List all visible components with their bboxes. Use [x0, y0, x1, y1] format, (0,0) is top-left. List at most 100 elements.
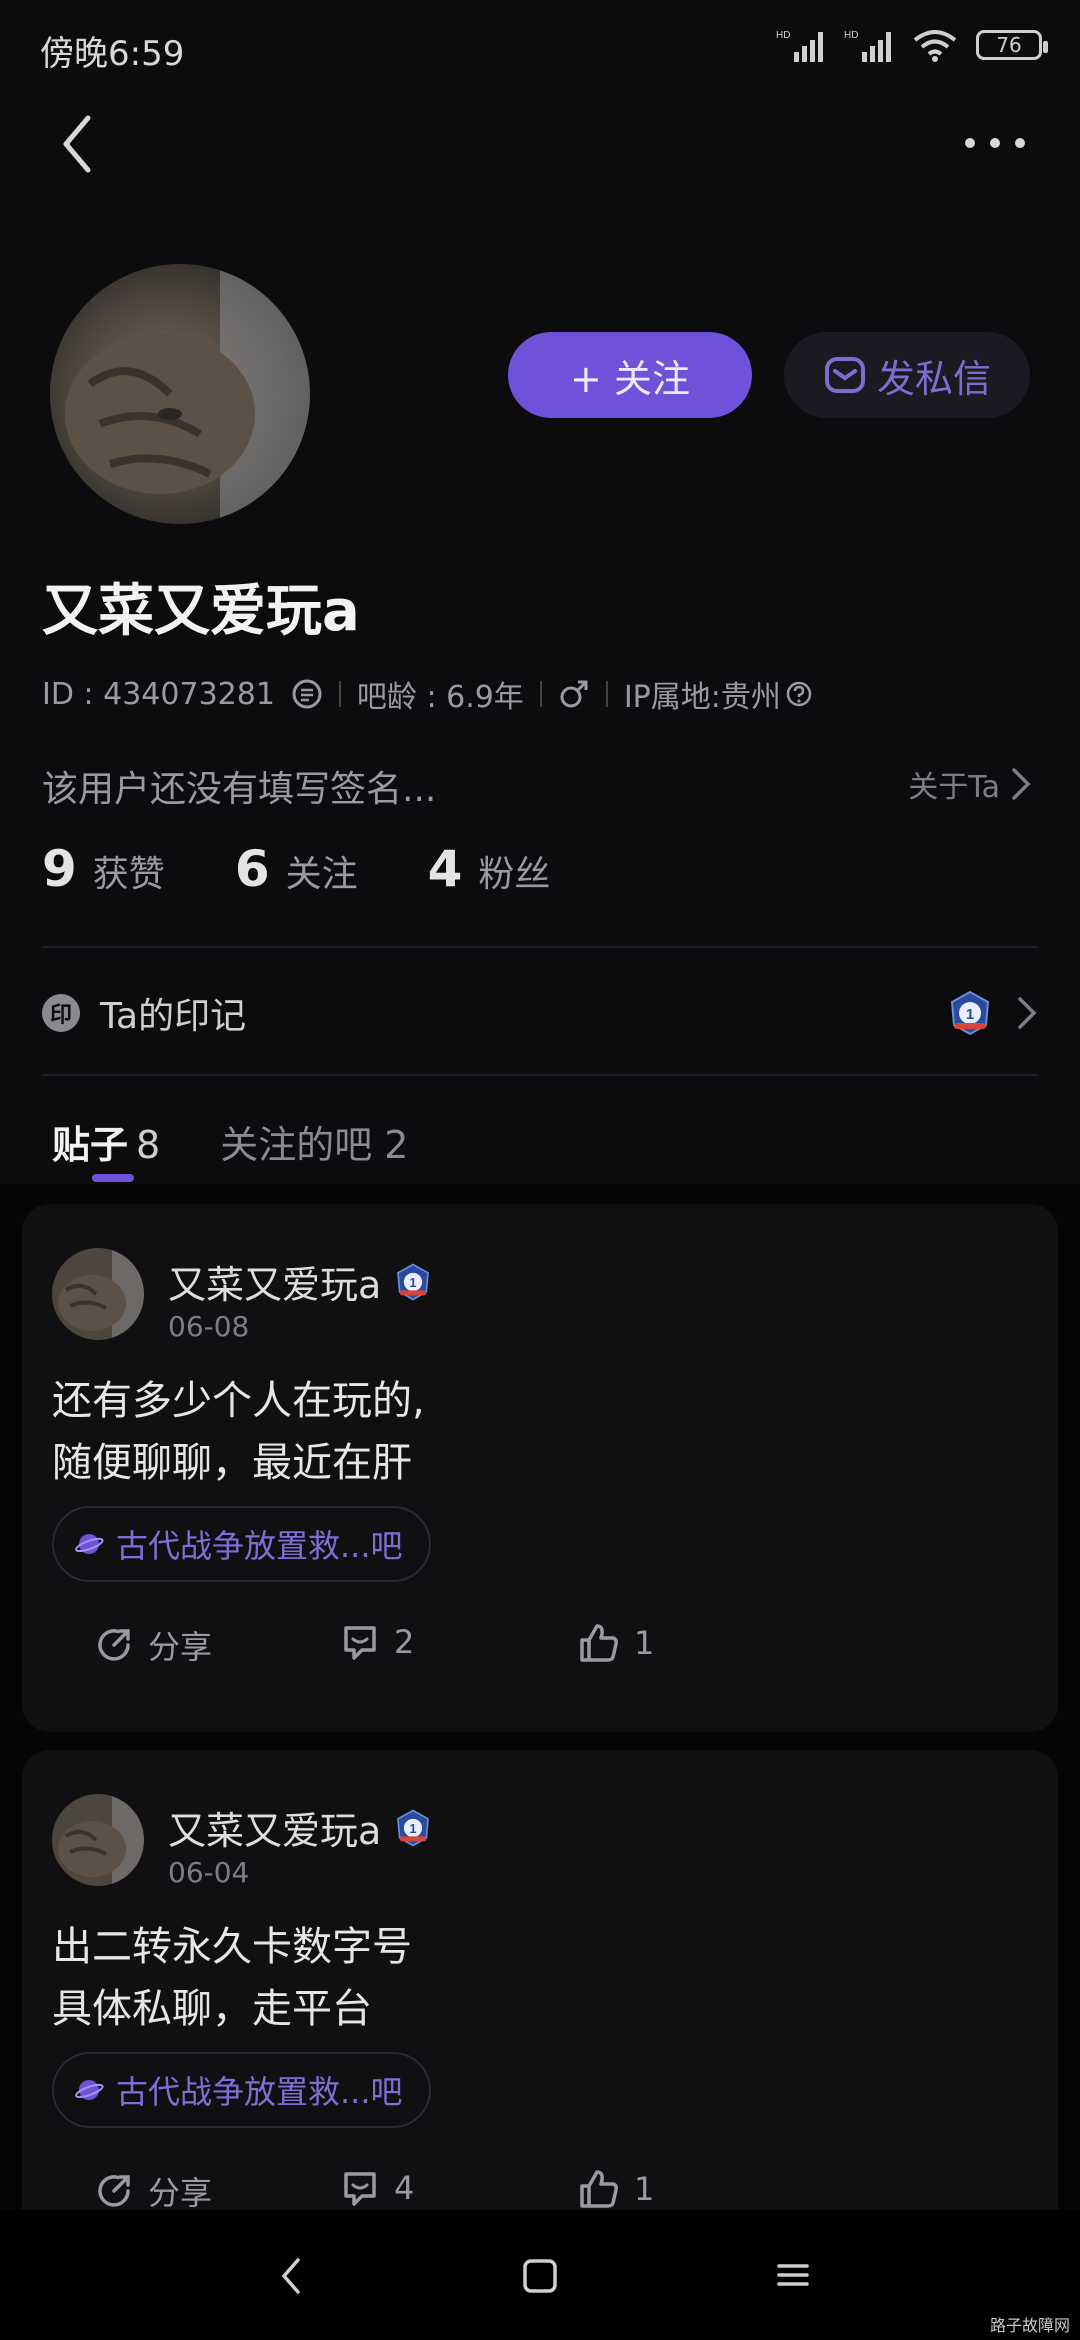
help-icon[interactable] — [785, 680, 813, 708]
seal-icon: 印 — [42, 994, 80, 1032]
cat-avatar-image — [52, 1248, 144, 1340]
post-line: 具体私聊，走平台 — [52, 1986, 372, 2032]
tab-bar: 贴子 8 关注的吧 2 — [52, 1114, 408, 1169]
post-actions: 分享 2 1 — [22, 1622, 1058, 1692]
forum-tag[interactable]: 古代战争放置救...吧 — [52, 1506, 431, 1582]
stat-number: 4 — [427, 840, 463, 898]
tab-posts-count: 8 — [136, 1123, 161, 1167]
post-card[interactable]: 又菜又爱玩a 1 06-08 还有多少个人在玩的, 随便聊聊，最近在肝 古代战争… — [22, 1204, 1058, 1732]
svg-text:HD: HD — [844, 30, 858, 41]
tab-posts-label: 贴子 — [52, 1123, 129, 1167]
post-date: 06-04 — [168, 1856, 250, 1889]
post-date: 06-08 — [168, 1310, 250, 1343]
divider — [605, 681, 608, 707]
share-icon — [98, 1629, 130, 1661]
status-bar: 傍晚6:59 HD HD 76 — [0, 0, 1080, 90]
chevron-right-icon — [1012, 768, 1031, 800]
cat-avatar-image — [50, 264, 310, 524]
watermark-text: 路子故障网 — [989, 2316, 1070, 2335]
post-card[interactable]: 又菜又爱玩a 1 06-04 出二转永久卡数字号 具体私聊，走平台 古代战争放置… — [22, 1750, 1058, 2210]
stat-number: 6 — [234, 840, 270, 898]
level-badge-icon: 1 — [397, 1263, 430, 1300]
message-button-label: 发私信 — [876, 356, 991, 401]
share-icon — [98, 2175, 130, 2207]
about-link[interactable]: 关于Ta — [908, 762, 1032, 806]
about-label: 关于Ta — [908, 770, 1000, 805]
post-author-name: 又菜又爱玩a — [168, 1263, 382, 1307]
divider — [42, 946, 1038, 948]
user-id: ID : 434073281 — [42, 676, 275, 712]
level-badge-icon: 1 — [397, 1809, 430, 1846]
svg-text:1: 1 — [966, 1006, 974, 1023]
divider — [338, 681, 341, 707]
status-icons: HD HD 76 — [776, 28, 1048, 62]
more-options-icon[interactable] — [960, 128, 1030, 158]
battery-icon: 76 — [976, 30, 1048, 60]
nav-menu-icon[interactable] — [776, 2258, 810, 2292]
divider — [539, 681, 542, 707]
share-button[interactable]: 分享 — [94, 2168, 212, 2210]
post-content[interactable]: 还有多少个人在玩的, 随便聊聊，最近在肝 — [52, 1370, 425, 1494]
post-author[interactable]: 又菜又爱玩a 1 — [168, 1800, 433, 1855]
post-content[interactable]: 出二转永久卡数字号 具体私聊，走平台 — [52, 1916, 412, 2040]
comment-count: 2 — [394, 1623, 415, 1661]
post-author[interactable]: 又菜又爱玩a 1 — [168, 1254, 433, 1309]
post-line: 出二转永久卡数字号 — [52, 1924, 412, 1970]
share-button[interactable]: 分享 — [94, 1622, 212, 1668]
post-avatar[interactable] — [52, 1248, 144, 1340]
wifi-icon — [913, 30, 957, 62]
like-count: 1 — [634, 2170, 655, 2208]
like-count: 1 — [634, 1624, 655, 1662]
nav-back-icon[interactable] — [276, 2256, 306, 2296]
comment-icon — [344, 1626, 376, 1660]
copy-icon[interactable] — [291, 678, 323, 710]
forum-tag-label: 古代战争放置救...吧 — [116, 1527, 403, 1565]
svg-text:1: 1 — [410, 1276, 417, 1290]
svg-text:HD: HD — [776, 30, 790, 41]
post-feed[interactable]: 又菜又爱玩a 1 06-08 还有多少个人在玩的, 随便聊聊，最近在肝 古代战争… — [0, 1184, 1080, 2210]
nav-home-icon[interactable] — [522, 2258, 558, 2294]
username: 又菜又爱玩a — [42, 579, 360, 644]
comment-button[interactable]: 4 — [340, 2168, 414, 2208]
system-nav-bar — [0, 2210, 1080, 2340]
post-avatar[interactable] — [52, 1794, 144, 1886]
back-arrow-icon[interactable] — [56, 112, 104, 176]
follow-button[interactable]: + 关注 — [508, 332, 752, 418]
forum-tag-label: 古代战争放置救...吧 — [116, 2073, 403, 2111]
signal-icon: HD — [776, 30, 823, 62]
chevron-right-icon — [1018, 997, 1037, 1029]
stat-likes[interactable]: 9 获赞 — [42, 840, 165, 898]
profile-meta: ID : 434073281 吧龄 : 6.9年 IP属地:贵州 — [42, 672, 813, 716]
comment-icon — [344, 2172, 376, 2206]
stat-following[interactable]: 6 关注 — [235, 840, 358, 898]
signature: 该用户还没有填写签名... — [42, 769, 437, 810]
signal-icon: HD — [844, 30, 891, 62]
post-line: 还有多少个人在玩的, — [52, 1378, 425, 1424]
like-button[interactable]: 1 — [578, 2168, 654, 2210]
stats-row: 9 获赞 6 关注 4 粉丝 — [42, 840, 550, 898]
tab-indicator — [92, 1174, 134, 1182]
ip-location: IP属地:贵州 — [623, 680, 781, 715]
marks-label: Ta的印记 — [100, 996, 247, 1037]
account-age: 吧龄 : 6.9年 — [356, 680, 524, 715]
comment-count: 4 — [394, 2169, 415, 2207]
tab-posts[interactable]: 贴子 8 — [52, 1114, 160, 1169]
stat-number: 9 — [42, 840, 77, 898]
planet-icon — [75, 2080, 104, 2100]
svg-text:1: 1 — [410, 1822, 417, 1836]
post-author-name: 又菜又爱玩a — [168, 1809, 382, 1853]
message-button[interactable]: 发私信 — [784, 332, 1030, 418]
like-button[interactable]: 1 — [578, 1622, 654, 1664]
share-label: 分享 — [148, 1628, 213, 1666]
share-label: 分享 — [148, 2174, 213, 2210]
forum-tag[interactable]: 古代战争放置救...吧 — [52, 2052, 431, 2128]
planet-icon — [75, 1534, 104, 1554]
post-actions: 分享 4 1 — [22, 2168, 1058, 2210]
marks-row[interactable]: 印 Ta的印记 1 — [42, 988, 1038, 1038]
avatar[interactable] — [50, 264, 310, 524]
stat-fans[interactable]: 4 粉丝 — [428, 840, 551, 898]
level-badge-icon: 1 — [950, 990, 990, 1036]
post-line: 随便聊聊，最近在肝 — [52, 1440, 412, 1486]
comment-button[interactable]: 2 — [340, 1622, 414, 1662]
tab-followed-bars[interactable]: 关注的吧 2 — [220, 1114, 408, 1169]
